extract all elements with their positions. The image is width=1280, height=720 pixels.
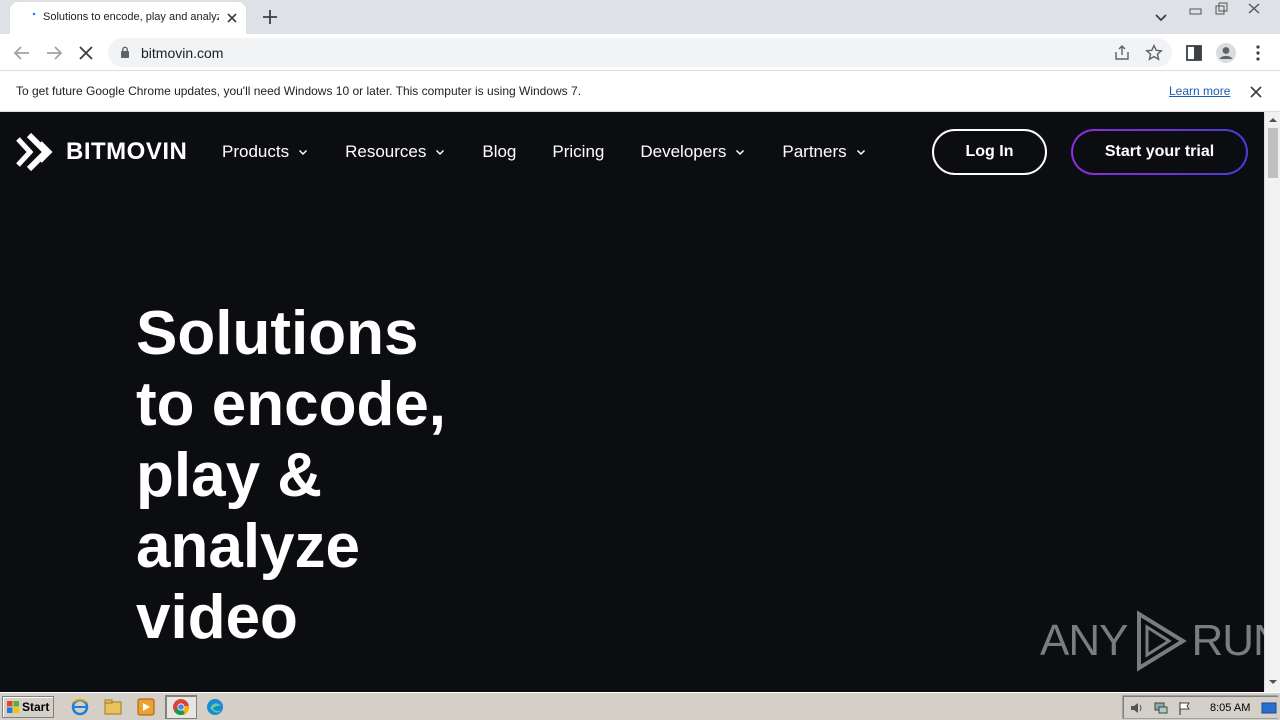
bitmovin-logo[interactable]: BITMOVIN	[16, 132, 187, 172]
lock-icon[interactable]	[118, 45, 132, 59]
learn-more-link[interactable]: Learn more	[1169, 84, 1230, 98]
nav-partners[interactable]: Partners	[782, 142, 866, 162]
start-trial-button[interactable]: Start your trial	[1071, 129, 1248, 175]
back-arrow-icon[interactable]	[10, 41, 34, 65]
web-page: BITMOVIN Products Resources Blog Pricing…	[0, 112, 1264, 692]
nav-label: Resources	[345, 142, 427, 161]
file-explorer-icon[interactable]	[103, 697, 123, 717]
nav-developers[interactable]: Developers	[640, 142, 746, 162]
nav-label: Blog	[482, 142, 517, 161]
nav-label: Partners	[782, 142, 847, 161]
main-nav: Products Resources Blog Pricing Develope…	[222, 142, 903, 162]
share-icon[interactable]	[1112, 43, 1132, 63]
bitmovin-chevron-logo-icon	[16, 133, 53, 171]
update-infobar: To get future Google Chrome updates, you…	[0, 71, 1280, 112]
start-label: Start	[22, 700, 50, 714]
scrollbar-thumb[interactable]	[1268, 128, 1278, 178]
stop-loading-icon[interactable]	[74, 41, 98, 65]
chevron-down-icon	[736, 149, 745, 156]
taskbar-chrome-active[interactable]	[165, 695, 197, 719]
tab-close-icon[interactable]	[224, 10, 240, 26]
page-scrollbar[interactable]	[1264, 112, 1280, 692]
network-icon[interactable]	[1153, 700, 1169, 716]
hero-line: video	[136, 583, 298, 652]
nav-blog[interactable]: Blog	[482, 142, 516, 162]
forward-arrow-icon[interactable]	[42, 41, 66, 65]
nav-products[interactable]: Products	[222, 142, 309, 162]
start-button[interactable]: Start	[2, 696, 54, 718]
chevron-down-icon	[436, 149, 445, 156]
watermark-left: ANY	[1040, 616, 1128, 665]
internet-explorer-icon[interactable]	[70, 697, 90, 717]
new-tab-icon[interactable]	[258, 5, 282, 29]
scroll-up-arrow-icon[interactable]	[1269, 116, 1277, 124]
minimize-button[interactable]	[1183, 0, 1209, 18]
close-window-button[interactable]	[1234, 0, 1274, 18]
hero-line: Solutions	[136, 299, 419, 368]
edge-icon[interactable]	[205, 697, 225, 717]
address-bar[interactable]: bitmovin.com	[108, 38, 1172, 67]
hero-line: analyze	[136, 512, 361, 581]
nav-label: Developers	[640, 142, 727, 161]
browser-tab[interactable]: Solutions to encode, play and analyze vi…	[10, 2, 246, 34]
start-trial-label: Start your trial	[1073, 131, 1246, 173]
action-center-flag-icon[interactable]	[1177, 700, 1193, 716]
hero-line: play &	[136, 441, 323, 510]
scroll-down-arrow-icon[interactable]	[1269, 678, 1277, 686]
bookmark-star-icon[interactable]	[1144, 43, 1164, 63]
url-text[interactable]: bitmovin.com	[141, 45, 223, 61]
show-desktop-icon[interactable]	[1261, 700, 1277, 716]
hero-line: to encode,	[136, 370, 447, 439]
brand-name: BITMOVIN	[66, 138, 188, 165]
watermark-right: RUN	[1191, 616, 1264, 665]
nav-pricing[interactable]: Pricing	[552, 142, 604, 162]
windows-flag-icon	[7, 701, 19, 713]
anyrun-watermark: ANY RUN	[1040, 610, 1264, 672]
nav-resources[interactable]: Resources	[345, 142, 446, 162]
side-panel-icon[interactable]	[1182, 41, 1206, 65]
login-button[interactable]: Log In	[932, 129, 1047, 175]
nav-label: Pricing	[552, 142, 605, 161]
play-triangle-icon	[1137, 610, 1188, 672]
loading-favicon-icon	[32, 12, 36, 16]
infobar-message: To get future Google Chrome updates, you…	[16, 84, 582, 98]
media-player-icon[interactable]	[136, 697, 156, 717]
restore-button[interactable]	[1208, 0, 1234, 18]
nav-label: Products	[222, 142, 290, 161]
chevron-down-icon	[856, 149, 865, 156]
browser-toolbar: bitmovin.com	[0, 34, 1280, 71]
infobar-close-icon[interactable]	[1248, 84, 1264, 100]
chevron-down-icon	[299, 149, 308, 156]
system-tray: 8:05 AM	[1122, 695, 1278, 719]
windows-taskbar: Start 8:05 AM	[0, 692, 1280, 720]
profile-avatar-icon[interactable]	[1214, 41, 1238, 65]
tab-strip: Solutions to encode, play and analyze vi…	[0, 0, 1280, 34]
chrome-icon	[173, 699, 190, 715]
menu-kebab-icon[interactable]	[1246, 41, 1270, 65]
taskbar-clock[interactable]: 8:05 AM	[1210, 702, 1250, 714]
hero-heading: Solutions to encode, play & analyze vide…	[136, 298, 446, 653]
tab-title: Solutions to encode, play and analyze vi…	[43, 11, 219, 23]
tab-search-chevron-icon[interactable]	[1150, 6, 1172, 28]
volume-icon[interactable]	[1129, 700, 1145, 716]
